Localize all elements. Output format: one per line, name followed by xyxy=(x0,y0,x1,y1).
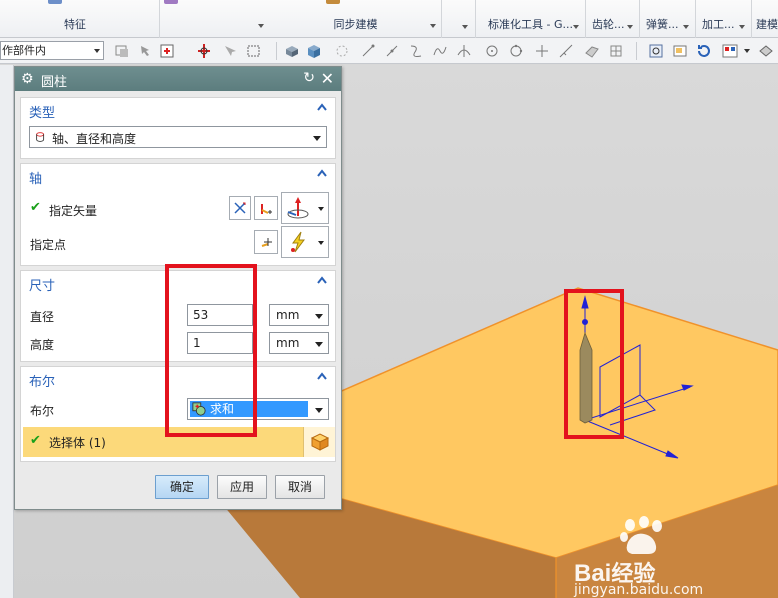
lightning-point-icon xyxy=(291,231,305,253)
toolbar: 作部件内 xyxy=(0,38,778,64)
gear-arrow[interactable] xyxy=(627,25,633,29)
cylinder-type-icon xyxy=(36,132,45,142)
spline-icon[interactable] xyxy=(432,43,448,59)
plus-point-icon[interactable] xyxy=(534,43,550,59)
ribbon-group-feature[interactable]: 特征 xyxy=(0,0,178,38)
pointer-icon[interactable] xyxy=(138,43,154,59)
point-dialog-button[interactable] xyxy=(254,230,278,254)
check-icon: ✔ xyxy=(30,433,41,448)
highlight-box-vector xyxy=(564,289,624,439)
ribbon-group-gear[interactable]: 齿轮... xyxy=(590,0,640,38)
diameter-label: 直径 xyxy=(30,310,55,324)
type-section-header[interactable]: 类型 xyxy=(21,98,335,121)
sync-icon xyxy=(326,0,340,4)
chevron-down-icon xyxy=(94,49,100,53)
feature-more-arrow[interactable] xyxy=(258,24,264,28)
line-mid-icon[interactable] xyxy=(384,43,400,59)
pick-icon[interactable] xyxy=(222,43,238,59)
standard-tools-arrow[interactable] xyxy=(573,25,579,29)
origin-icon[interactable] xyxy=(196,43,212,59)
ribbon-group-standard-tools[interactable]: 标准化工具 - G... xyxy=(486,0,586,38)
vertex-snap-icon[interactable] xyxy=(334,43,350,59)
chevron-down-icon xyxy=(313,136,321,141)
diameter-unit-dropdown[interactable]: mm xyxy=(269,304,329,326)
type-dropdown[interactable]: 轴、直径和高度 xyxy=(29,126,327,148)
axis-section-header[interactable]: 轴 xyxy=(21,164,335,187)
body-cube-icon xyxy=(310,433,330,451)
height-unit-dropdown[interactable]: mm xyxy=(269,332,329,354)
watermark-url: jingyan.baidu.com xyxy=(574,582,704,598)
paw-logo xyxy=(620,516,662,554)
body-filter-icon[interactable] xyxy=(306,43,322,59)
ribbon: 特征 同步建模 标准化工具 - G... 齿轮... 弹簧... 加工... 建… xyxy=(0,0,778,38)
select-body-button[interactable] xyxy=(303,427,335,457)
revolve-icon xyxy=(164,0,178,4)
highlight-box-inputs xyxy=(165,264,257,437)
snap-point-icon[interactable] xyxy=(160,43,176,59)
sync-more-arrow[interactable] xyxy=(430,24,436,28)
machining-arrow[interactable] xyxy=(739,25,745,29)
collapse-icon[interactable] xyxy=(317,275,327,285)
collapse-icon[interactable] xyxy=(317,168,327,178)
rotate-view-icon[interactable] xyxy=(696,43,712,59)
curve-icon[interactable] xyxy=(408,43,424,59)
line-end-icon[interactable] xyxy=(360,43,376,59)
reset-icon[interactable]: ↻ xyxy=(303,70,315,86)
solid-filter-icon[interactable] xyxy=(284,43,300,59)
height-label: 高度 xyxy=(30,338,55,352)
point-dialog-icon xyxy=(261,238,272,247)
extrude-icon xyxy=(48,0,62,4)
arc-center-icon[interactable] xyxy=(484,43,500,59)
quadrant-icon[interactable] xyxy=(508,43,524,59)
baidu-watermark: Bai经验 jingyan.baidu.com xyxy=(574,516,764,598)
reverse-direction-icon xyxy=(234,202,246,214)
ribbon-group-machining[interactable]: 加工... xyxy=(700,0,752,38)
view-orient-icon[interactable] xyxy=(758,43,774,59)
render-style-icon[interactable] xyxy=(722,43,738,59)
ok-button[interactable]: 确定 xyxy=(155,475,209,499)
chevron-down-icon xyxy=(315,342,323,347)
vector-inference-icon xyxy=(287,197,309,219)
toolbar-separator xyxy=(276,42,277,60)
zoom-view-icon[interactable] xyxy=(672,43,688,59)
check-icon: ✔ xyxy=(30,200,41,215)
chevron-down-icon xyxy=(315,314,323,319)
vector-dialog-icon xyxy=(261,204,272,214)
chevron-down-icon xyxy=(315,408,323,413)
filter-icon[interactable] xyxy=(114,43,130,59)
dialog-title: 圆柱 xyxy=(41,75,68,90)
collapse-icon[interactable] xyxy=(317,371,327,381)
axis-section: 轴 ✔ 指定矢量 指定点 xyxy=(20,163,336,266)
close-icon[interactable]: ✕ xyxy=(321,69,334,88)
type-section: 类型 轴、直径和高度 xyxy=(20,97,336,159)
ribbon-group-modeling[interactable]: 建模 xyxy=(754,0,778,38)
gear-icon[interactable]: ⚙ xyxy=(21,71,34,87)
spring-arrow[interactable] xyxy=(683,25,689,29)
box-select-icon[interactable] xyxy=(246,43,262,59)
render-style-arrow[interactable] xyxy=(744,49,750,53)
fit-view-icon[interactable] xyxy=(648,43,664,59)
apply-button[interactable]: 应用 xyxy=(217,475,267,499)
grid-icon[interactable] xyxy=(608,43,624,59)
vector-dialog-button[interactable] xyxy=(254,196,278,220)
collapse-icon[interactable] xyxy=(317,102,327,112)
boolean-label: 布尔 xyxy=(30,404,55,418)
ribbon-group-sync[interactable]: 同步建模 xyxy=(270,0,442,38)
toolbar-separator xyxy=(636,42,637,60)
chevron-down-icon xyxy=(318,241,324,245)
ribbon-group-blank xyxy=(442,0,476,38)
selection-scope-dropdown[interactable]: 作部件内 xyxy=(0,41,104,60)
resource-bar xyxy=(0,65,14,598)
vector-inference-dropdown[interactable] xyxy=(281,192,329,224)
point-on-curve-icon[interactable] xyxy=(558,43,574,59)
point-inference-dropdown[interactable] xyxy=(281,226,329,258)
cancel-button[interactable]: 取消 xyxy=(275,475,325,499)
surface-point-icon[interactable] xyxy=(584,43,600,59)
intersection-icon[interactable] xyxy=(456,43,472,59)
blank-more-arrow[interactable] xyxy=(462,25,468,29)
dialog-title-bar[interactable]: ⚙ 圆柱 ↻ ✕ xyxy=(15,67,341,91)
chevron-down-icon xyxy=(318,207,324,211)
reverse-direction-button[interactable] xyxy=(229,196,251,220)
ribbon-group-spring[interactable]: 弹簧... xyxy=(644,0,696,38)
